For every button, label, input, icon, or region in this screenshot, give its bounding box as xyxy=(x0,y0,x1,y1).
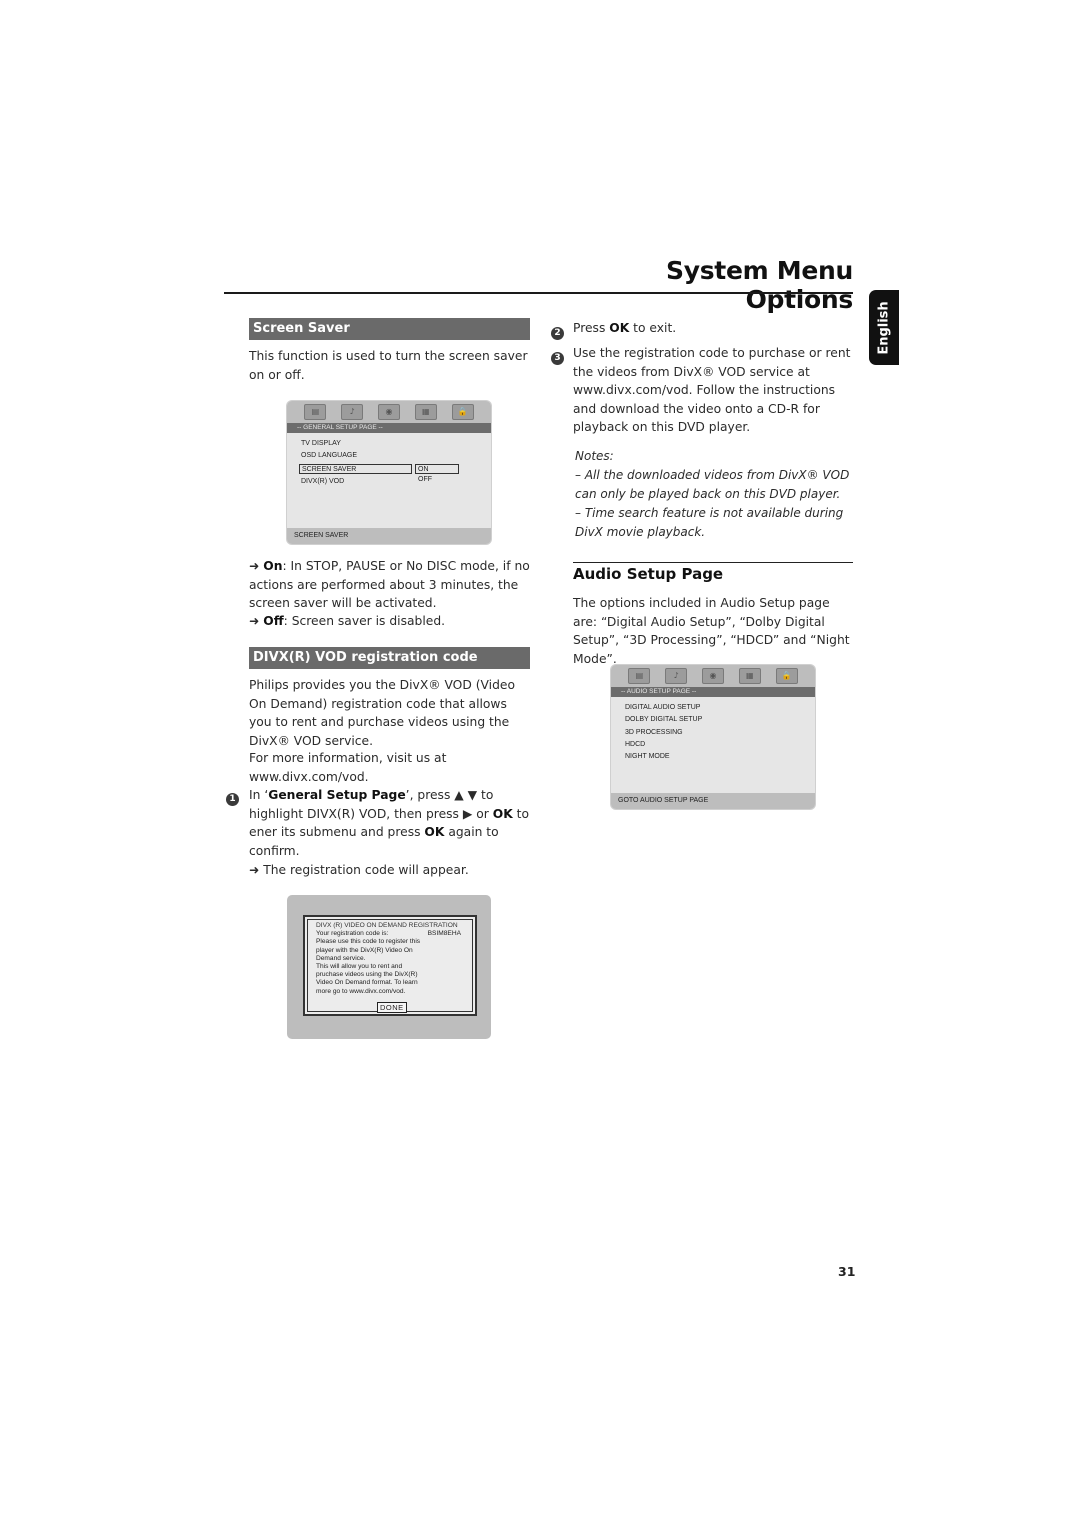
on-label: On xyxy=(263,559,283,573)
page-title: System Menu Options xyxy=(666,256,853,314)
arrow-icon: ➜ xyxy=(249,863,260,877)
step-1-result: ➜ The registration code will appear. xyxy=(249,863,469,877)
note-item: – All the downloaded videos from DivX® V… xyxy=(575,468,850,501)
off-label: Off xyxy=(263,614,284,628)
registration-line: Video On Demand format. To learn xyxy=(316,979,418,987)
page-number: 31 xyxy=(838,1264,856,1279)
registration-code-row: Your registration code is: BSIM8EHA xyxy=(316,930,461,938)
osd-option-on-selected: ON xyxy=(415,464,459,474)
registration-line: pruchase videos using the DivX(R) xyxy=(316,971,418,979)
video-setup-icon: ◉ xyxy=(701,668,724,684)
general-setup-icon: ▤ xyxy=(304,404,327,420)
on-text: : In STOP, PAUSE or No DISC mode, if no … xyxy=(249,559,530,610)
registration-line: more go to www.divx.com/vod. xyxy=(316,987,406,995)
step-3-text: Use the registration code to purchase or… xyxy=(573,346,851,434)
registration-dialog-title: DIVX (R) VIDEO ON DEMAND REGISTRATION xyxy=(316,922,458,929)
step-2-number: 2 xyxy=(551,320,564,340)
audio-setup-icon: ♪ xyxy=(665,668,688,684)
divx-more-info: For more information, visit us at www.di… xyxy=(249,751,447,784)
osd-item-tv-display: TV DISPLAY xyxy=(301,440,341,447)
screen-saver-description: This function is used to turn the screen… xyxy=(249,349,528,382)
step-1-number: 1 xyxy=(226,786,239,806)
password-lock-icon: 🔒 xyxy=(451,404,474,420)
step-3-number: 3 xyxy=(551,345,564,365)
preference-icon: ▦ xyxy=(414,404,437,420)
registration-line: Demand service. xyxy=(316,954,366,962)
off-text: : Screen saver is disabled. xyxy=(283,614,446,628)
divx-vod-heading: DIVX(R) VOD registration code xyxy=(249,647,530,669)
arrow-icon: ➜ xyxy=(249,559,260,573)
osd-page-bar: -- AUDIO SETUP PAGE -- xyxy=(611,687,815,697)
language-tab-label: English xyxy=(876,300,892,355)
general-setup-osd-screen: ▤ ♪ ◉ ▦ 🔒 -- GENERAL SETUP PAGE -- TV DI… xyxy=(287,401,491,544)
divx-intro: Philips provides you the DivX® VOD (Vide… xyxy=(249,678,515,748)
title-divider xyxy=(224,292,853,294)
osd-item-digital-audio-setup: DIGITAL AUDIO SETUP xyxy=(625,704,701,711)
step-1-text: In ‘General Setup Page’, press ▲ ▼ to hi… xyxy=(249,788,529,858)
osd-item-divx-vod: DIVX(R) VOD xyxy=(301,478,345,485)
osd-item-osd-language: OSD LANGUAGE xyxy=(301,452,358,459)
osd-option-off: OFF xyxy=(418,476,432,483)
osd-footer: SCREEN SAVER xyxy=(287,528,491,544)
video-setup-icon: ◉ xyxy=(377,404,400,420)
osd-icon-bar: ▤ ♪ ◉ ▦ 🔒 xyxy=(611,665,815,687)
done-button[interactable]: DONE xyxy=(377,1002,407,1013)
note-item: – Time search feature is not available d… xyxy=(575,506,844,539)
registration-code-value: BSIM8EHA xyxy=(427,930,461,938)
registration-line: This will allow you to rent and xyxy=(316,963,403,971)
audio-setup-icon: ♪ xyxy=(341,404,364,420)
notes-block: Notes: – All the downloaded videos from … xyxy=(575,447,857,542)
language-tab: English xyxy=(869,290,899,365)
step-2-text: Press OK to exit. xyxy=(573,321,677,335)
screen-saver-off-description: ➜ Off: Screen saver is disabled. xyxy=(249,612,531,631)
registration-dialog: DIVX (R) VIDEO ON DEMAND REGISTRATION Yo… xyxy=(303,915,477,1016)
screen-saver-on-description: ➜ On: In STOP, PAUSE or No DISC mode, if… xyxy=(249,557,531,613)
osd-item-screen-saver-selected: SCREEN SAVER xyxy=(299,464,412,474)
audio-section-divider xyxy=(573,562,853,563)
general-setup-icon: ▤ xyxy=(628,668,651,684)
preference-icon: ▦ xyxy=(738,668,761,684)
divx-registration-osd-screen: DIVX (R) VIDEO ON DEMAND REGISTRATION Yo… xyxy=(287,895,491,1039)
audio-setup-description: The options included in Audio Setup page… xyxy=(573,596,850,666)
osd-icon-bar: ▤ ♪ ◉ ▦ 🔒 xyxy=(287,401,491,423)
screen-saver-heading: Screen Saver xyxy=(249,318,530,340)
osd-item-hdcd: HDCD xyxy=(625,741,646,748)
osd-page-bar: -- GENERAL SETUP PAGE -- xyxy=(287,423,491,433)
audio-setup-heading: Audio Setup Page xyxy=(573,565,724,583)
osd-item-night-mode: NIGHT MODE xyxy=(625,753,670,760)
osd-item-dolby-digital-setup: DOLBY DIGITAL SETUP xyxy=(625,716,703,723)
osd-footer: GOTO AUDIO SETUP PAGE xyxy=(611,793,815,809)
registration-line: player with the DivX(R) Video On xyxy=(316,946,413,954)
audio-setup-osd-screen: ▤ ♪ ◉ ▦ 🔒 -- AUDIO SETUP PAGE -- DIGITAL… xyxy=(611,665,815,809)
arrow-icon: ➜ xyxy=(249,614,260,628)
osd-item-3d-processing: 3D PROCESSING xyxy=(625,729,683,736)
general-setup-page-bold: General Setup Page xyxy=(268,788,406,802)
notes-label: Notes: xyxy=(575,449,614,463)
password-lock-icon: 🔒 xyxy=(775,668,798,684)
registration-code-label: Your registration code is: xyxy=(316,930,389,938)
registration-line: Please use this code to register this xyxy=(316,938,421,946)
